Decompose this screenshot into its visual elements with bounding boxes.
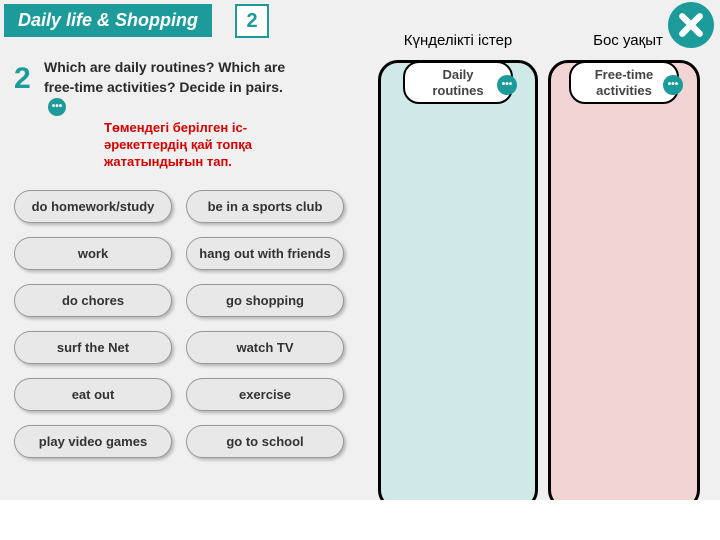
ellipsis-icon[interactable]: ••• [497, 75, 517, 95]
activity-pill[interactable]: do chores [14, 284, 172, 317]
drop-zone-2-title: Free-time activities [595, 67, 654, 98]
bottom-overlay [0, 500, 720, 540]
drop-zone-2-header: Free-time activities ••• [569, 61, 679, 104]
activity-pill[interactable]: surf the Net [14, 331, 172, 364]
question-prompt: Which are daily routines? Which are free… [44, 59, 285, 95]
unit-title-bar: Daily life & Shopping [4, 4, 212, 37]
activity-pill[interactable]: go to school [186, 425, 344, 458]
drop-zone-2-label: Бос уақыт [558, 32, 698, 49]
drop-zone-daily-routines[interactable]: Daily routines ••• [378, 60, 538, 510]
instruction-text: Төмендегі берілген іс-әрекеттердің қай т… [104, 120, 304, 171]
activity-pill[interactable]: exercise [186, 378, 344, 411]
drop-zone-1-title: Daily routines [432, 67, 483, 98]
question-text: Which are daily routines? Which are free… [44, 58, 294, 117]
activity-pill[interactable]: work [14, 237, 172, 270]
draggable-items-grid: do homework/study be in a sports club wo… [14, 190, 344, 458]
ellipsis-icon[interactable]: ••• [663, 75, 683, 95]
activity-pill[interactable]: go shopping [186, 284, 344, 317]
question-number: 2 [14, 62, 31, 96]
drop-zone-free-time[interactable]: Free-time activities ••• [548, 60, 700, 510]
activity-pill[interactable]: be in a sports club [186, 190, 344, 223]
activity-pill[interactable]: do homework/study [14, 190, 172, 223]
audio-icon[interactable]: ••• [48, 98, 66, 116]
activity-pill[interactable]: eat out [14, 378, 172, 411]
drop-zone-1-header: Daily routines ••• [403, 61, 513, 104]
activity-pill[interactable]: play video games [14, 425, 172, 458]
unit-number-badge: 2 [235, 4, 269, 38]
activity-pill[interactable]: hang out with friends [186, 237, 344, 270]
activity-pill[interactable]: watch TV [186, 331, 344, 364]
drop-zone-1-label: Күнделікті істер [378, 32, 538, 49]
